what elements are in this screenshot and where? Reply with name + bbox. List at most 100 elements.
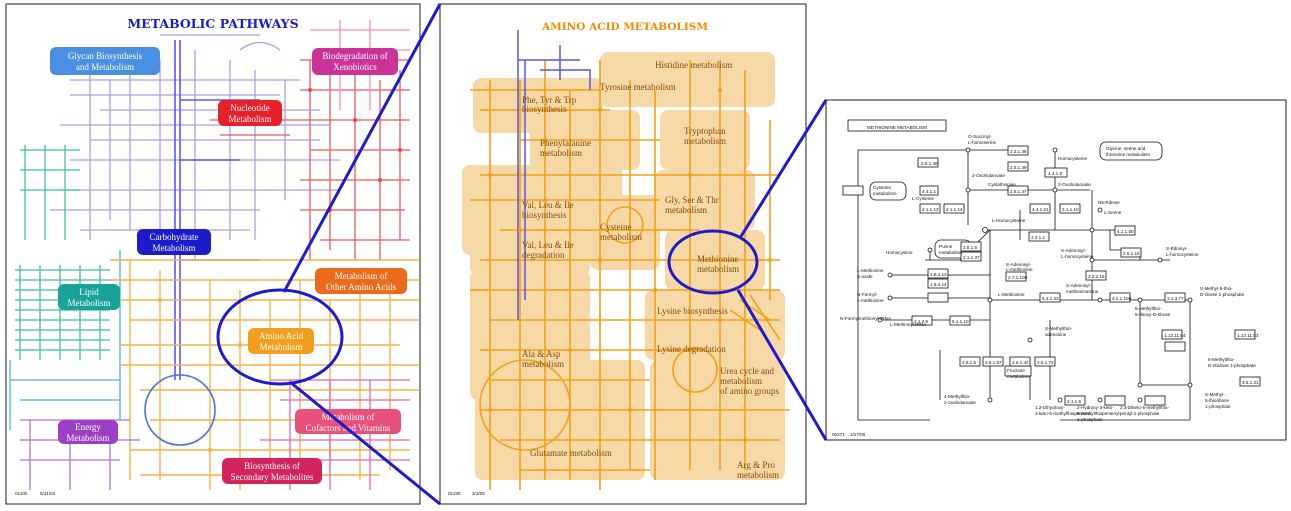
overview-footer-id: 01100 [15,491,28,496]
svg-text:metabolism: metabolism [737,470,779,480]
svg-text:2.1.1.37: 2.1.1.37 [963,255,980,260]
svg-text:1.8.4.14: 1.8.4.14 [930,282,947,287]
svg-text:4-Methylthio-: 4-Methylthio- [944,394,971,399]
overview-category-carbohydrate: Carbohydrate Metabolism [137,229,211,255]
svg-text:Metabolism: Metabolism [260,342,303,352]
svg-text:pentyl-1-phosphate: pentyl-1-phosphate [1120,411,1160,416]
svg-text:L-Methionyl-tRNA: L-Methionyl-tRNA [890,322,927,327]
overview-category-lipid: Lipid Metabolism [58,284,120,310]
svg-text:metabolism: metabolism [522,359,564,369]
svg-text:Tryptophan: Tryptophan [684,126,726,136]
svg-text:2.5.1.16: 2.5.1.16 [1123,251,1140,256]
overview-category-amino-acid: Amino Acid Metabolism [248,328,314,354]
svg-text:O-Succinyl-: O-Succinyl- [968,134,992,139]
svg-text:Gly, Ser & Thr: Gly, Ser & Thr [665,195,719,205]
svg-text:metabolism: metabolism [1007,374,1031,379]
svg-text:L-homocysteine: L-homocysteine [1166,252,1199,257]
svg-text:3-keto-5-methylthiopentene: 3-keto-5-methylthiopentene [1035,411,1091,416]
amino-title: AMINO ACID METABOLISM [541,21,708,33]
svg-text:Glycan Biosynthesis: Glycan Biosynthesis [68,51,143,61]
svg-text:2.5.1.48: 2.5.1.48 [921,161,938,166]
svg-text:N-Formylmethionyl-tRNA: N-Formylmethionyl-tRNA [840,316,892,321]
svg-text:L-Homocysteine: L-Homocysteine [992,218,1026,223]
svg-text:S-Adenosyl-: S-Adenosyl- [1066,283,1091,288]
svg-text:and Metabolism: and Metabolism [76,62,134,72]
overview-category-other-amino: Metabolism of Other Amino Acids [315,268,407,294]
overview-category-energy: Energy Metabolism [58,420,118,444]
svg-text:Nucleotide: Nucleotide [230,103,270,113]
svg-text:S-Adenosyl-: S-Adenosyl- [1061,248,1086,253]
svg-text:2.1.1.5: 2.1.1.5 [1067,399,1081,404]
svg-text:2.6.1.42: 2.6.1.42 [1012,360,1029,365]
overview-panel: METABOLIC PATHWAYS Glycan Biosynthesis a… [5,3,421,505]
svg-text:2,3-Diketo-5-methylthio-: 2,3-Diketo-5-methylthio- [1120,405,1169,410]
methionine-footer-id: 00271 [832,432,845,437]
svg-text:metabolism: metabolism [665,205,707,215]
svg-text:of amino groups: of amino groups [720,386,779,396]
svg-text:Histidine metabolism: Histidine metabolism [655,60,732,70]
svg-text:S-oxide: S-oxide [857,274,873,279]
svg-text:Cystathionine: Cystathionine [988,182,1016,187]
svg-text:1.13.11.54: 1.13.11.54 [1164,333,1186,338]
svg-text:L-methionine: L-methionine [1006,267,1033,272]
svg-text:Phenylalanine: Phenylalanine [540,138,591,148]
svg-text:adenosine: adenosine [1045,332,1067,337]
svg-text:Metabolism: Metabolism [153,243,196,253]
svg-text:Biodegradation of: Biodegradation of [322,51,387,61]
svg-text:metabolism: metabolism [684,136,726,146]
svg-text:Purine: Purine [939,244,953,249]
svg-text:2.1.1.14: 2.1.1.14 [946,207,963,212]
svg-text:methioninamine: methioninamine [1066,289,1099,294]
svg-text:Cysteine: Cysteine [600,222,632,232]
svg-text:Val, Leu & Ile: Val, Leu & Ile [522,240,573,250]
figure: METABOLIC PATHWAYS Glycan Biosynthesis a… [5,3,1287,506]
svg-text:S-Methyl-: S-Methyl- [1205,392,1225,397]
svg-text:L-methionine: L-methionine [857,298,884,303]
overview-category-xenobiotics: Biodegradation of Xenobiotics [312,48,398,75]
svg-text:biosynthesis: biosynthesis [522,210,567,220]
svg-text:Xenobiotics: Xenobiotics [333,62,377,72]
svg-text:N5-Ribose: N5-Ribose [1098,200,1120,205]
svg-text:3.3.1.1: 3.3.1.1 [1031,235,1045,240]
amino-footer-date: 3/3/05 [472,491,485,496]
svg-text:L-Serine: L-Serine [1104,210,1122,215]
svg-text:2-Oxobutanoate: 2-Oxobutanoate [972,173,1005,178]
svg-text:2.6.1.72: 2.6.1.72 [1037,360,1054,365]
svg-text:3.1.3.77: 3.1.3.77 [1167,296,1184,301]
svg-text:2.6.1.5: 2.6.1.5 [962,360,976,365]
svg-text:4.4.1.8: 4.4.1.8 [1048,171,1062,176]
svg-text:Homocystine: Homocystine [886,250,913,255]
svg-text:degradation: degradation [522,250,565,260]
svg-text:Lysine biosynthesis: Lysine biosynthesis [657,306,728,316]
svg-text:Homocysteine: Homocysteine [1058,156,1088,161]
svg-text:metabolism: metabolism [697,264,739,274]
svg-text:Amino Acid: Amino Acid [259,331,304,341]
svg-text:Val, Leu & Ile: Val, Leu & Ile [522,200,573,210]
svg-text:Biosynthesis of: Biosynthesis of [244,461,300,471]
svg-text:D-ribulose 1-phosphate: D-ribulose 1-phosphate [1208,363,1256,368]
svg-text:2.5.1.6: 2.5.1.6 [963,245,977,250]
svg-text:S-Methyl-5-thio-: S-Methyl-5-thio- [1200,286,1233,291]
svg-text:N-Formyl-: N-Formyl- [857,292,878,297]
svg-text:Carbohydrate: Carbohydrate [150,232,199,242]
svg-text:6.1.1.10: 6.1.1.10 [952,319,969,324]
svg-text:S-Methylthio-: S-Methylthio- [1045,326,1073,331]
overview-category-nucleotide: Nucleotide Metabolism [218,100,282,126]
svg-text:L-homocysteine: L-homocysteine [1061,254,1094,259]
svg-text:3.5.1.31: 3.5.1.31 [1242,380,1259,385]
svg-text:2.7.1.100: 2.7.1.100 [1008,275,1028,280]
svg-text:3.2.2.16: 3.2.2.16 [1088,274,1105,279]
svg-text:4.4.1.1: 4.4.1.1 [922,189,936,194]
svg-text:Urea cycle and: Urea cycle and [720,366,774,376]
svg-text:1,2-Dihydroxy-: 1,2-Dihydroxy- [1035,405,1065,410]
svg-text:threonine metabolism: threonine metabolism [1106,152,1150,157]
svg-text:5-Methylthio-: 5-Methylthio- [1135,306,1162,311]
svg-text:Tyrosine metabolism: Tyrosine metabolism [600,82,676,92]
methionine-panel: METHIONINE METABOLISM 2.5.1.48 2.3.1.46 … [825,99,1287,441]
svg-text:L-Methionine: L-Methionine [857,268,884,273]
amino-panel: AMINO ACID METABOLISM Histidine metaboli… [439,3,807,505]
svg-text:Ala & Asp: Ala & Asp [522,349,561,359]
svg-text:2-Oxobutanoate: 2-Oxobutanoate [1058,182,1091,187]
svg-text:Glutamate metabolism: Glutamate metabolism [530,448,612,458]
svg-text:Methionine: Methionine [697,254,739,264]
